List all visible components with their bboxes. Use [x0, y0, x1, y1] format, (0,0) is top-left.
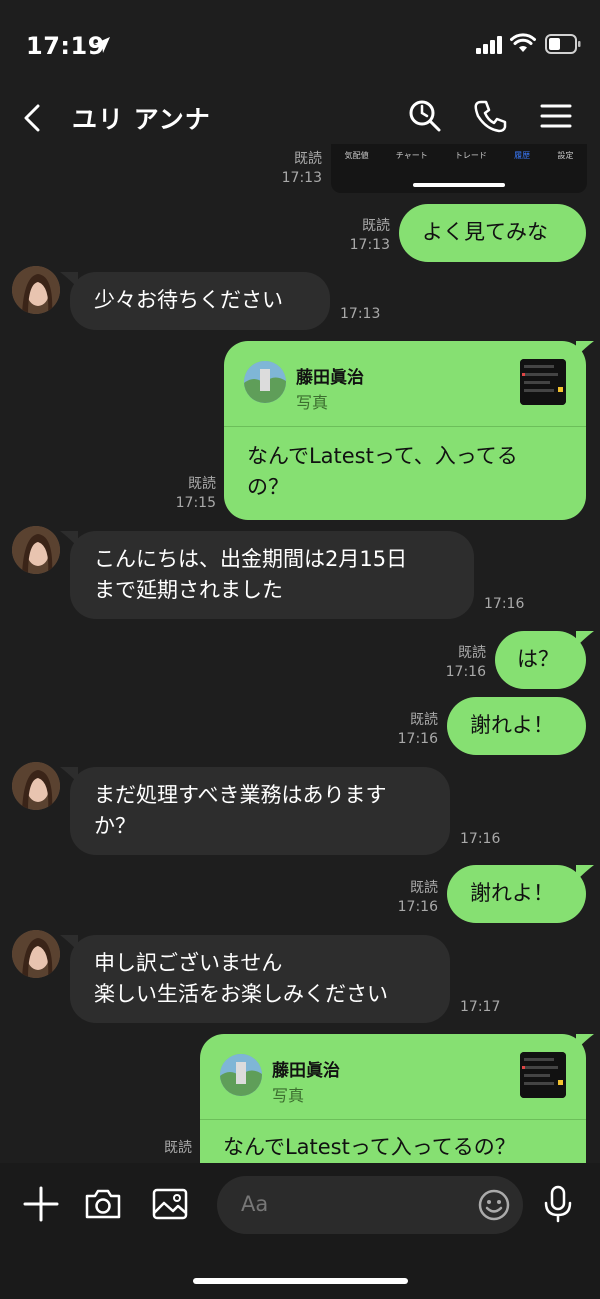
contact-avatar[interactable]	[12, 266, 60, 314]
read-receipt: 既読 17:15	[162, 475, 216, 513]
outgoing-message[interactable]: は？	[495, 631, 586, 689]
outgoing-message[interactable]: 謝れよ！	[447, 697, 586, 755]
cellular-signal-icon	[476, 36, 502, 54]
camera-icon[interactable]	[82, 1183, 124, 1225]
contact-avatar[interactable]	[12, 930, 60, 978]
message-body: なんでLatestって、入ってる の？	[224, 427, 586, 503]
incoming-message[interactable]: まだ処理すべき業務はあります か？	[70, 767, 450, 855]
message-body: なんでLatestって入ってるの？	[200, 1120, 586, 1163]
incoming-message[interactable]: こんにちは、出金期間は2月15日 まで延期されました	[70, 531, 474, 619]
contact-avatar[interactable]	[12, 526, 60, 574]
incoming-message[interactable]: 少々お待ちください	[70, 272, 330, 330]
screenshot-home-indicator	[413, 183, 505, 187]
bubble-tail	[60, 935, 78, 951]
message-time: 17:16	[484, 596, 525, 612]
outgoing-reply-message[interactable]: 藤田眞治 写真 なんでLatestって入ってるの？	[200, 1034, 586, 1164]
emoji-icon[interactable]	[477, 1188, 511, 1222]
message-text: は？	[517, 647, 559, 671]
message-text: 楽しい生活をお楽しみください	[94, 982, 388, 1006]
reply-thumbnail	[520, 1052, 566, 1098]
outgoing-message[interactable]: よく見てみな	[399, 204, 586, 262]
read-receipt: 既読 17:13	[338, 217, 390, 255]
read-label: 既読	[294, 151, 322, 167]
image-icon[interactable]	[149, 1183, 191, 1225]
phone-icon[interactable]	[470, 96, 510, 136]
read-receipt: 既読 17:13	[270, 150, 322, 188]
reply-type: 写真	[296, 393, 329, 412]
message-text: よく見てみな	[422, 220, 548, 244]
back-arrow-icon[interactable]	[18, 98, 48, 138]
read-label: 既読	[410, 712, 438, 728]
screenshot-tabbar: 気配値 チャート トレード 履歴 設定	[331, 150, 587, 180]
message-text: まだ処理すべき業務はあります	[94, 783, 387, 807]
read-receipt: 既読 17:16	[386, 879, 438, 917]
outgoing-reply-message[interactable]: 藤田眞治 写真 なんでLatestって、入ってる の？	[224, 341, 586, 520]
message-time: 17:16	[397, 899, 438, 915]
wifi-icon	[510, 33, 536, 52]
bubble-tail	[576, 631, 594, 647]
search-icon[interactable]	[405, 96, 445, 136]
message-time: 17:17	[460, 999, 501, 1015]
message-text: 少々お待ちください	[94, 288, 283, 312]
bubble-tail	[60, 531, 78, 547]
menu-icon[interactable]	[536, 96, 576, 136]
read-label: 既読	[362, 218, 390, 234]
message-time: 17:13	[349, 237, 390, 253]
bubble-tail	[576, 1034, 594, 1050]
read-label: 既読	[164, 1140, 192, 1156]
read-label: 既読	[188, 476, 216, 492]
message-time: 17:15	[175, 495, 216, 511]
message-text: 謝れよ！	[470, 713, 554, 737]
read-label: 既読	[410, 880, 438, 896]
reply-avatar	[220, 1054, 262, 1096]
message-text: こんにちは、出金期間は2月15日	[94, 547, 408, 571]
contact-avatar[interactable]	[12, 762, 60, 810]
read-receipt: 既読 17:16	[434, 644, 486, 682]
location-arrow-icon	[94, 37, 110, 53]
message-text: まで延期されました	[94, 578, 283, 602]
chat-area[interactable]: 気配値 チャート トレード 履歴 設定 既読 17:13 既読 17:13 よく…	[0, 144, 600, 1164]
reply-quote[interactable]: 藤田眞治 写真	[200, 1034, 586, 1120]
message-text: 申し訳ございません	[94, 951, 283, 975]
read-label: 既読	[458, 645, 486, 661]
screenshot-tab: チャート	[395, 151, 428, 160]
reply-avatar	[244, 361, 286, 403]
home-indicator	[193, 1278, 408, 1284]
message-text: 謝れよ！	[470, 881, 554, 905]
microphone-icon[interactable]	[537, 1183, 579, 1225]
shared-image-message[interactable]: 気配値 チャート トレード 履歴 設定	[331, 144, 587, 193]
bubble-tail	[576, 865, 594, 881]
status-bar: 17:19	[0, 0, 600, 90]
message-text: なんでLatestって、入ってる	[247, 444, 518, 468]
screenshot-tab: トレード	[454, 151, 487, 160]
message-time: 17:16	[445, 664, 486, 680]
input-placeholder: Aa	[241, 1192, 269, 1216]
contact-name[interactable]: ユリ アンナ	[72, 100, 211, 136]
battery-icon	[545, 34, 581, 54]
message-text: か？	[94, 814, 136, 838]
bubble-tail	[60, 272, 78, 288]
screenshot-tab: 履歴	[514, 151, 531, 160]
chat-header: ユリ アンナ	[0, 90, 600, 144]
plus-icon[interactable]	[20, 1183, 62, 1225]
read-receipt: 既読 17:16	[386, 711, 438, 749]
screenshot-tab: 設定	[557, 151, 574, 160]
message-time: 17:13	[281, 170, 322, 186]
bubble-tail	[60, 767, 78, 783]
message-text: なんでLatestって入ってるの？	[223, 1135, 516, 1159]
reply-type: 写真	[272, 1086, 305, 1105]
incoming-message[interactable]: 申し訳ございません 楽しい生活をお楽しみください	[70, 935, 450, 1023]
outgoing-message[interactable]: 謝れよ！	[447, 865, 586, 923]
message-text: の？	[247, 475, 289, 499]
message-input[interactable]: Aa	[217, 1176, 523, 1234]
read-receipt: 既読	[140, 1139, 192, 1158]
bubble-tail	[576, 341, 594, 357]
reply-quote[interactable]: 藤田眞治 写真	[224, 341, 586, 427]
message-time: 17:16	[460, 831, 501, 847]
screenshot-tab: 気配値	[344, 151, 369, 160]
reply-thumbnail	[520, 359, 566, 405]
message-input-bar: Aa	[0, 1163, 600, 1299]
message-time: 17:13	[340, 306, 381, 322]
message-time: 17:16	[397, 731, 438, 747]
